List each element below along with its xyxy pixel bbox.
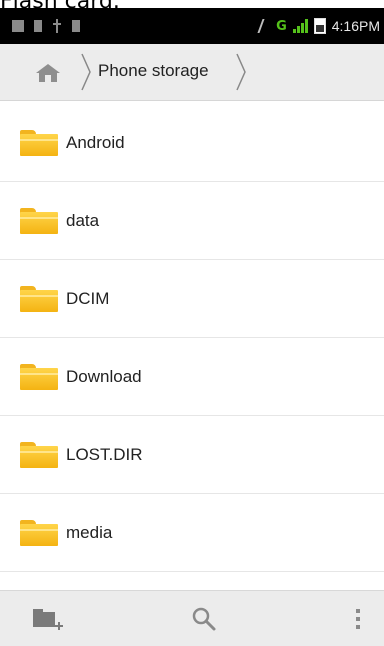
overflow-menu-button[interactable] <box>338 603 378 635</box>
list-item[interactable]: Android <box>0 104 384 182</box>
sd-card-icon <box>34 20 42 32</box>
status-notifications <box>0 19 80 33</box>
network-type: G <box>276 18 287 34</box>
list-item[interactable]: LOST.DIR <box>0 416 384 494</box>
folder-icon <box>20 129 58 156</box>
folder-icon <box>20 207 58 234</box>
file-list: Android data DCIM Download LOST.DIR medi… <box>0 104 384 588</box>
folder-icon <box>20 363 58 390</box>
battery-icon <box>313 18 326 34</box>
folder-icon <box>20 519 58 546</box>
status-bar: G 4:16PM <box>0 8 384 44</box>
list-item[interactable]: data <box>0 182 384 260</box>
list-item[interactable]: Download <box>0 338 384 416</box>
new-folder-button[interactable] <box>28 603 68 635</box>
status-time: 4:16PM <box>331 18 380 34</box>
notification-icon <box>12 20 24 32</box>
file-manager-screen: Flash card. G 4:16PM Phone storage Andro… <box>0 0 384 646</box>
bluetooth-icon <box>257 19 273 33</box>
file-name: data <box>66 210 100 230</box>
breadcrumb-home[interactable] <box>20 56 76 90</box>
notification-icon <box>72 20 80 32</box>
search-button[interactable] <box>184 603 224 635</box>
breadcrumb-separator-icon <box>81 53 91 91</box>
folder-icon <box>20 285 58 312</box>
breadcrumb: Phone storage <box>0 44 384 101</box>
new-folder-icon <box>33 609 63 630</box>
list-item[interactable]: media <box>0 494 384 572</box>
home-icon <box>36 64 60 82</box>
bottom-toolbar <box>0 590 384 646</box>
breadcrumb-separator-icon <box>236 53 246 91</box>
file-name: DCIM <box>66 288 110 308</box>
breadcrumb-current[interactable]: Phone storage <box>98 61 209 81</box>
file-name: Android <box>66 132 125 152</box>
usb-icon <box>52 19 62 33</box>
search-icon <box>192 607 216 631</box>
file-name: media <box>66 522 113 542</box>
signal-icon <box>292 19 308 33</box>
list-item[interactable]: DCIM <box>0 260 384 338</box>
folder-icon <box>20 441 58 468</box>
status-system: G 4:16PM <box>257 18 384 34</box>
file-name: Download <box>66 366 142 386</box>
overflow-menu-icon <box>356 609 360 629</box>
file-name: LOST.DIR <box>66 444 143 464</box>
